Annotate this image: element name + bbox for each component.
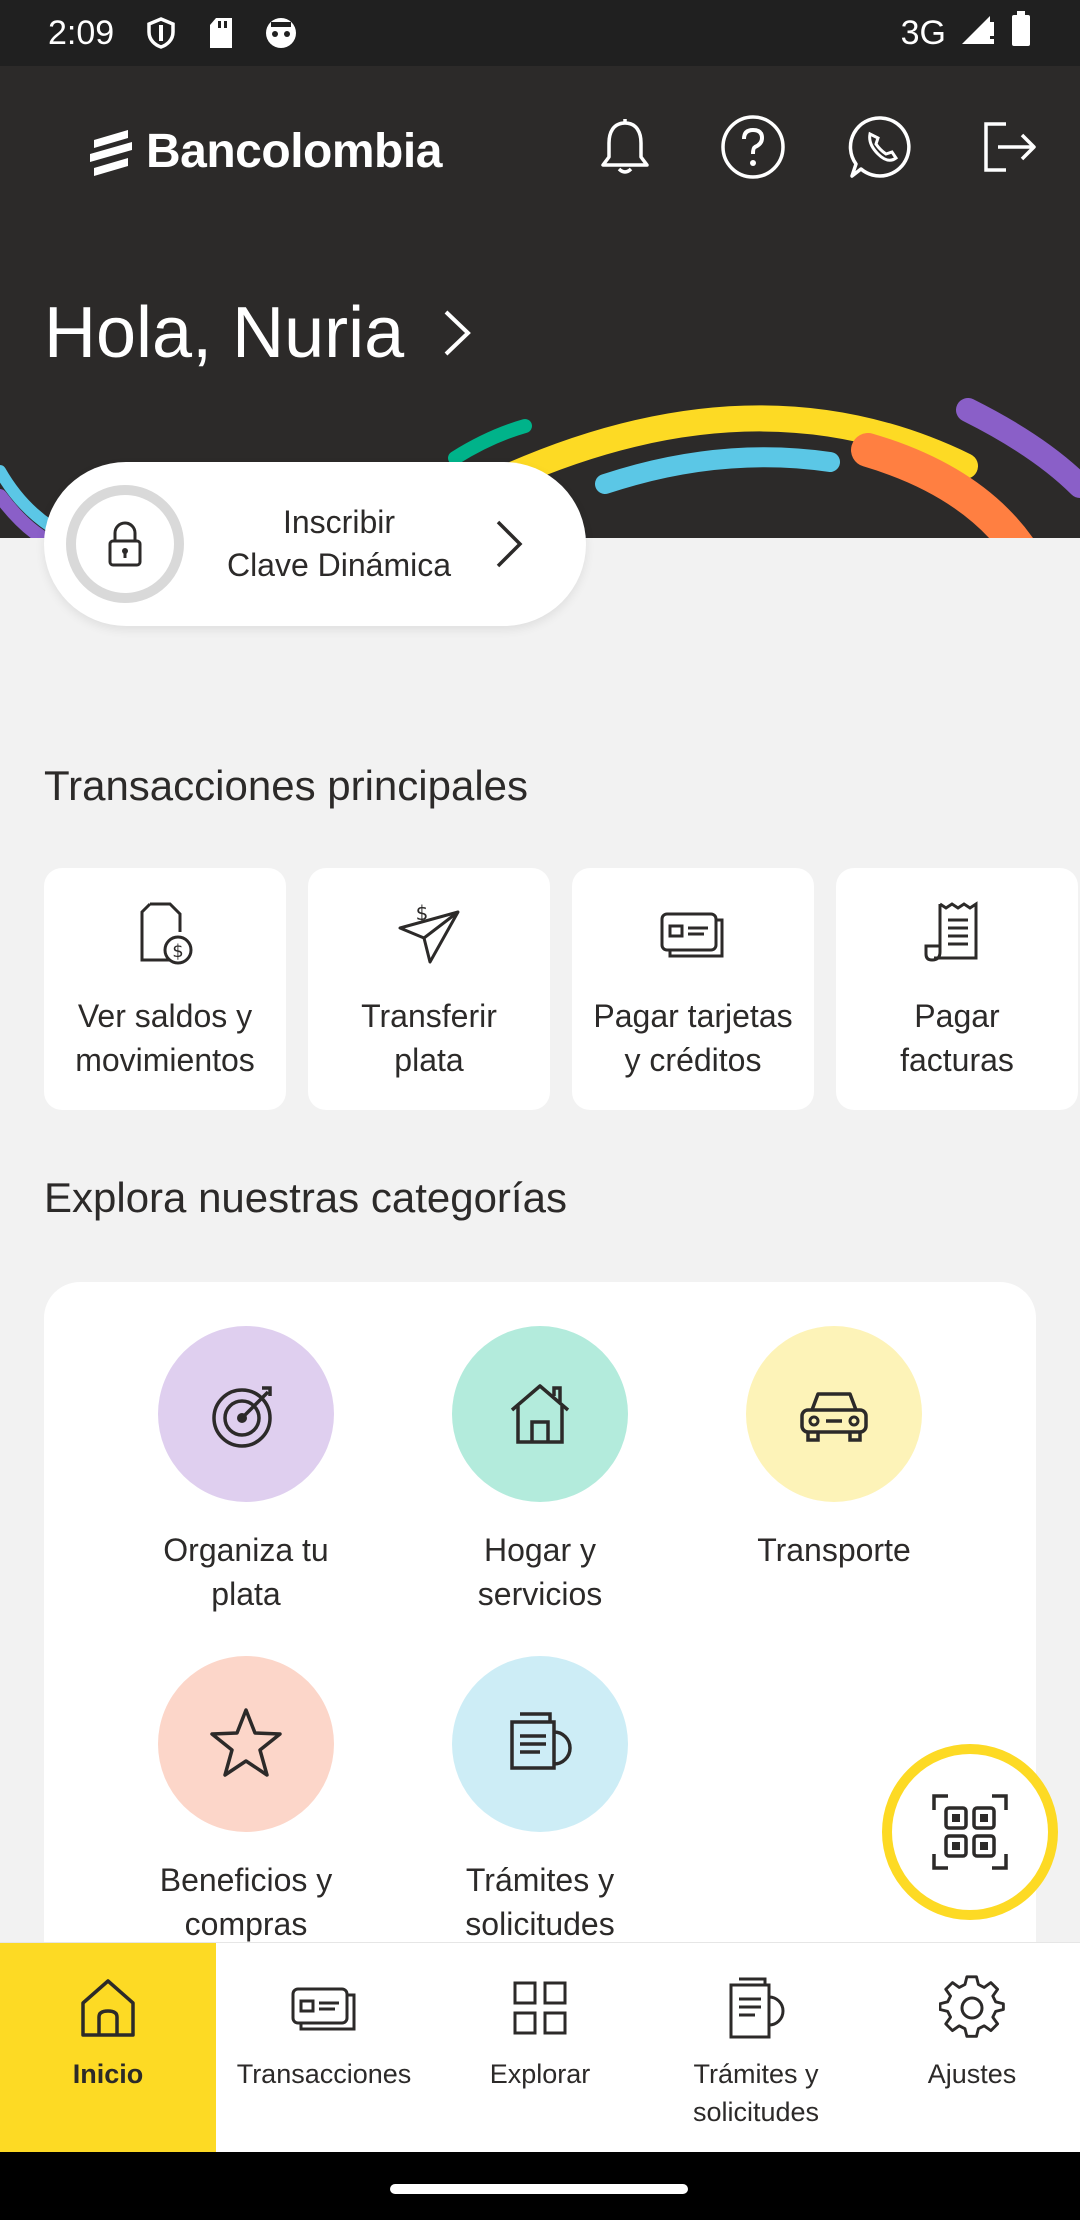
- clave-dinamica-button[interactable]: Inscribir Clave Dinámica: [44, 462, 586, 626]
- category-circle: [158, 1656, 334, 1832]
- tx-label-line2: y créditos: [624, 1042, 762, 1078]
- system-nav-bar: [0, 2152, 1080, 2220]
- transactions-list: $ Ver saldos y movimientos $ Transferir pl…: [44, 868, 1078, 1110]
- nav-tramites[interactable]: Trámites y solicitudes: [648, 1943, 864, 2153]
- category-circle: [158, 1326, 334, 1502]
- tx-label-line1: Ver saldos y: [77, 998, 253, 1034]
- tx-label-line1: Pagar: [914, 998, 1000, 1034]
- home-gesture-handle[interactable]: [390, 2184, 688, 2194]
- bottom-nav: Inicio Transacciones Explorar Trámites y…: [0, 1942, 1080, 2153]
- nav-label: Transacciones: [236, 2059, 412, 2089]
- document-money-icon: $: [140, 902, 193, 965]
- chevron-right-icon: [496, 520, 523, 568]
- category-label-line2: solicitudes: [465, 1906, 615, 1942]
- category-label-line2: compras: [184, 1906, 308, 1942]
- category-label-line2: servicios: [477, 1576, 603, 1612]
- category-circle: [452, 1656, 628, 1832]
- tx-label-line2: plata: [394, 1042, 464, 1078]
- sd-card-icon: [204, 16, 238, 50]
- tx-label-line1: Transferir: [361, 998, 497, 1034]
- whatsapp-icon[interactable]: [846, 112, 916, 182]
- network-type: 3G: [900, 13, 946, 52]
- categories-title: Explora nuestras categorías: [44, 1174, 567, 1221]
- qr-code-icon: [932, 1794, 1008, 1870]
- home-icon: [81, 1979, 135, 2037]
- car-icon: [800, 1392, 868, 1442]
- nav-label: Ajustes: [927, 2059, 1017, 2089]
- svg-text:$: $: [172, 941, 183, 962]
- category-label-line1: Hogar y: [483, 1532, 597, 1568]
- logout-icon[interactable]: [974, 112, 1044, 182]
- brand-name: Bancolombia: [146, 125, 442, 178]
- nav-label-line1: Trámites y: [693, 2059, 819, 2089]
- category-label-line1: Beneficios y: [159, 1862, 333, 1898]
- cards-icon: [660, 912, 724, 958]
- svg-text:$: $: [416, 901, 429, 925]
- tx-pagar-facturas[interactable]: Pagar facturas: [836, 868, 1078, 1110]
- tx-label-line2: movimientos: [75, 1042, 255, 1078]
- shield-icon: [144, 16, 178, 50]
- tx-label-line1: Pagar tarjetas: [593, 998, 793, 1034]
- tx-pagar-tarjetas[interactable]: Pagar tarjetas y créditos: [572, 868, 814, 1110]
- category-hogar[interactable]: Hogar y servicios: [410, 1326, 670, 1616]
- greeting-text: Hola, Nuria: [44, 293, 405, 373]
- battery-icon: [1010, 10, 1032, 56]
- lock-icon: [66, 485, 184, 603]
- nav-ajustes[interactable]: Ajustes: [864, 1943, 1080, 2153]
- tx-transferir[interactable]: $ Transferir plata: [308, 868, 550, 1110]
- category-transporte[interactable]: Transporte: [704, 1326, 964, 1572]
- nav-label-line2: solicitudes: [692, 2097, 820, 2127]
- cards-icon: [291, 1987, 356, 2031]
- transactions-title: Transacciones principales: [44, 762, 529, 809]
- documents-icon: [510, 1712, 572, 1770]
- signal-icon: [960, 12, 996, 55]
- clave-line1: Inscribir: [282, 504, 395, 540]
- nav-label: Explorar: [489, 2059, 591, 2089]
- paper-plane-money-icon: $: [398, 901, 460, 964]
- status-time: 2:09: [48, 13, 115, 52]
- documents-icon: [729, 1977, 785, 2039]
- status-bar: 2:09 3G: [0, 0, 1080, 66]
- category-tramites[interactable]: Trámites y solicitudes: [410, 1656, 670, 1946]
- target-icon: [212, 1386, 272, 1448]
- category-label-line1: Organiza tu: [163, 1532, 329, 1568]
- android-face-icon: [264, 16, 298, 50]
- category-beneficios[interactable]: Beneficios y compras: [116, 1656, 376, 1946]
- clave-line2: Clave Dinámica: [226, 547, 452, 583]
- bancolombia-logo: Bancolombia: [86, 124, 442, 179]
- tx-ver-saldos[interactable]: $ Ver saldos y movimientos: [44, 868, 286, 1110]
- chevron-right-icon: [444, 310, 472, 356]
- category-organiza[interactable]: Organiza tu plata: [116, 1326, 376, 1616]
- categories-panel: Organiza tu plata Hogar y servicios Transp…: [44, 1282, 1036, 2002]
- greeting-link[interactable]: Hola, Nuria: [44, 292, 474, 374]
- house-icon: [510, 1384, 570, 1444]
- qr-scan-button[interactable]: [882, 1744, 1058, 1920]
- nav-transacciones[interactable]: Transacciones: [216, 1943, 432, 2153]
- bell-icon[interactable]: [590, 112, 660, 182]
- bancolombia-mark-icon: [90, 129, 132, 176]
- category-circle: [452, 1326, 628, 1502]
- category-label-line1: Trámites y: [465, 1862, 615, 1898]
- category-label-line1: Transporte: [757, 1532, 911, 1568]
- category-label-line2: plata: [211, 1576, 281, 1612]
- nav-inicio[interactable]: Inicio: [0, 1943, 216, 2153]
- help-icon[interactable]: [718, 112, 788, 182]
- nav-explorar[interactable]: Explorar: [432, 1943, 648, 2153]
- grid-icon: [513, 1981, 567, 2035]
- star-icon: [210, 1708, 282, 1777]
- nav-label: Inicio: [72, 2059, 144, 2089]
- gear-icon: [939, 1975, 1005, 2038]
- category-circle: [746, 1326, 922, 1502]
- tx-label-line2: facturas: [900, 1042, 1014, 1078]
- invoice-icon: [924, 901, 978, 962]
